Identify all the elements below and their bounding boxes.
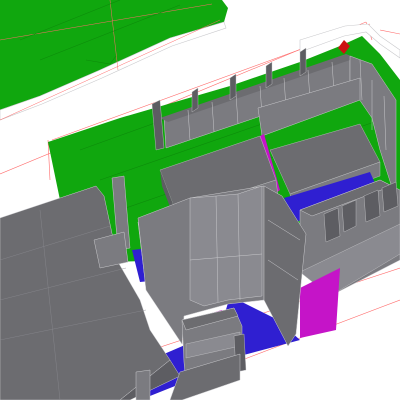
scene-canvas[interactable] [0, 0, 400, 400]
magenta-wall-lower [300, 268, 340, 338]
bottom-wall [135, 369, 151, 400]
tall-unit-inner [189, 185, 263, 307]
3d-viewport[interactable] [0, 0, 400, 400]
